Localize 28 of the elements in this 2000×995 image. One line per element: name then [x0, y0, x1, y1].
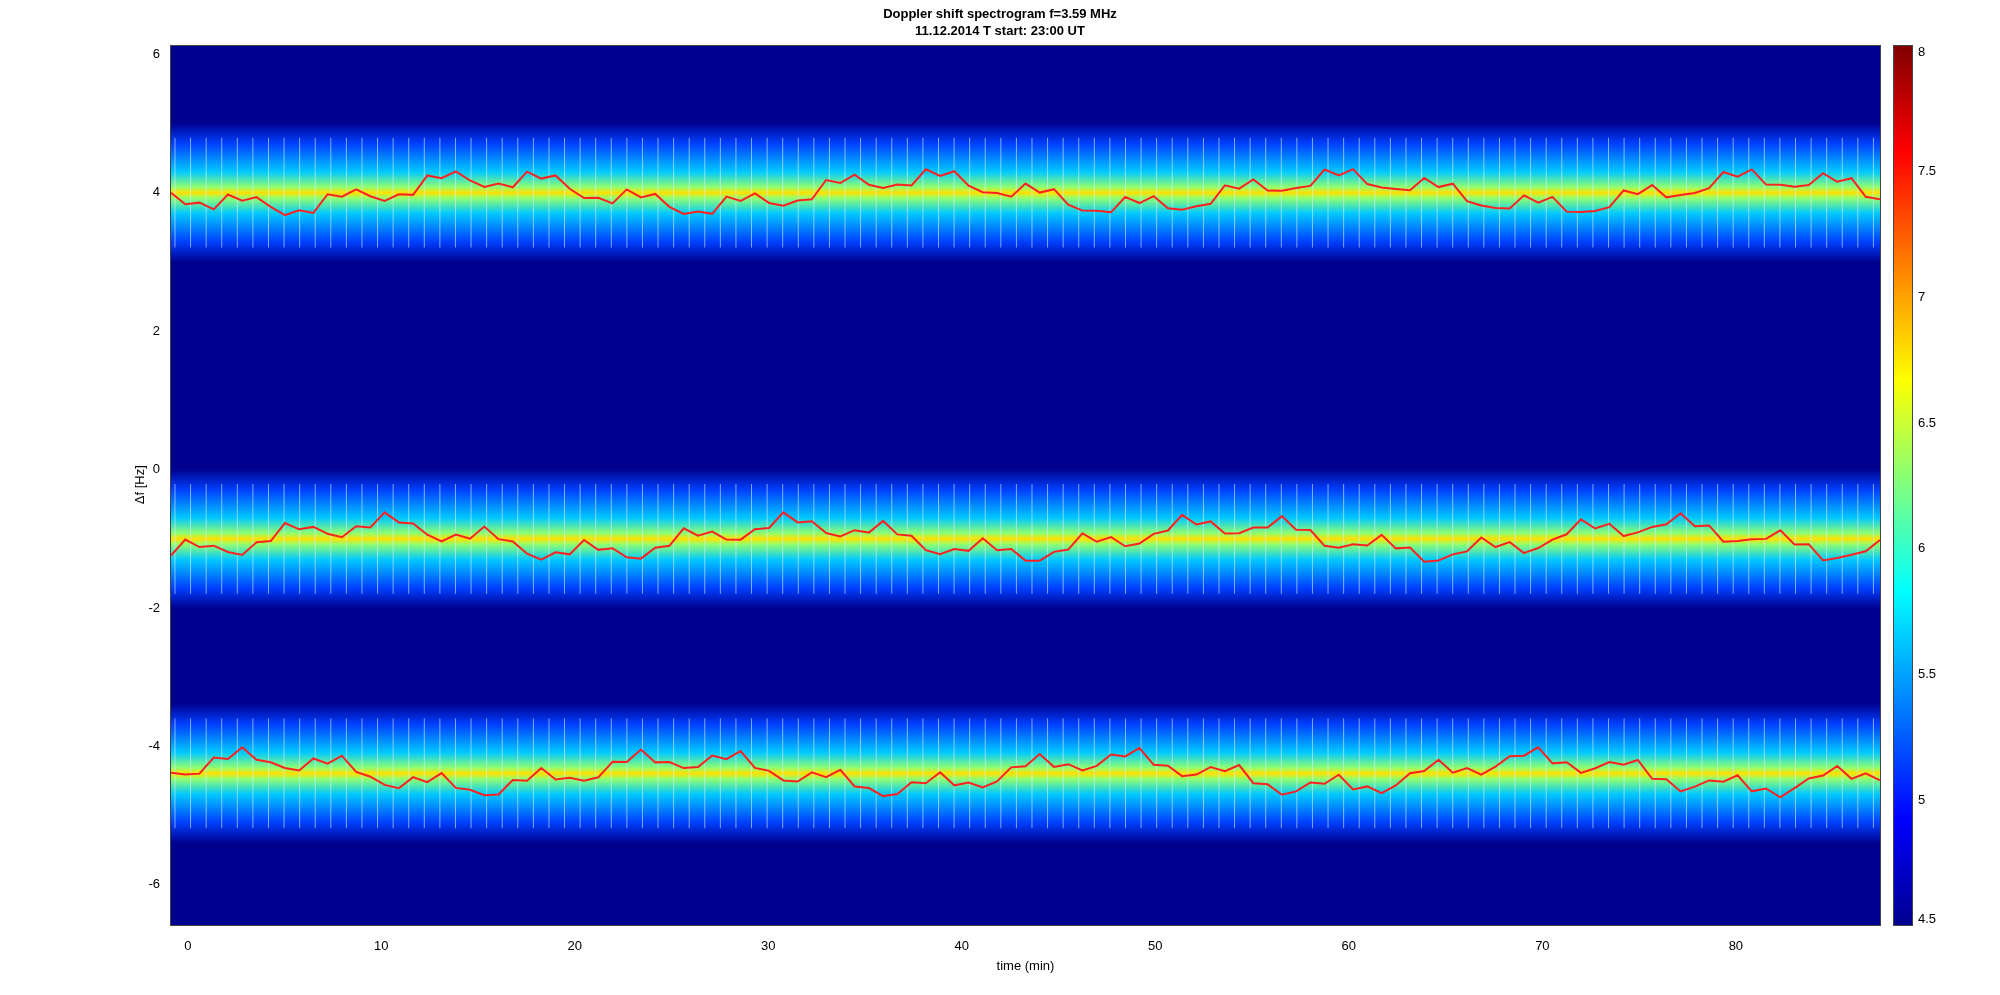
colorbar-tick-label: 5.5: [1918, 667, 1937, 682]
tick-label: 0: [152, 462, 160, 477]
tick-label: 40: [954, 937, 970, 955]
tick-label: 10: [374, 937, 389, 955]
chart-title: Doppler shift spectrogram f=3.59 MHz: [883, 5, 1117, 22]
colorbar-tick-label: 4.5: [1918, 912, 1937, 926]
colorbar-tick-label: 7: [1918, 289, 1926, 304]
tick-label: -4: [148, 739, 160, 754]
tick-label: 60: [1341, 937, 1357, 955]
tick-label: 30: [761, 937, 776, 955]
tick-label: 80: [1728, 937, 1744, 955]
chart-title: 11.12.2014 T start: 23:00 UT: [915, 22, 1085, 39]
tick-label: -6: [148, 877, 160, 892]
tick-label: 50: [1148, 937, 1163, 955]
tick-label: 4: [152, 185, 160, 200]
colorbar-tick-label: 8: [1918, 45, 1926, 59]
colorbar-tick-label: 5: [1918, 793, 1926, 808]
colorbar-tick-label: 6.5: [1918, 415, 1937, 430]
axis-label: Δf [Hz]: [130, 465, 148, 505]
axis-label: time (min): [996, 957, 1055, 975]
colorbar-tick-label: 7.5: [1918, 163, 1937, 178]
tick-label: 70: [1535, 937, 1550, 955]
tick-label: 0: [184, 937, 192, 955]
tick-label: 20: [567, 937, 583, 955]
tick-label: 2: [152, 323, 160, 338]
colorbar-tick-label: 6: [1918, 541, 1926, 556]
tick-label: 6: [152, 47, 160, 61]
tick-label: -2: [148, 600, 160, 615]
